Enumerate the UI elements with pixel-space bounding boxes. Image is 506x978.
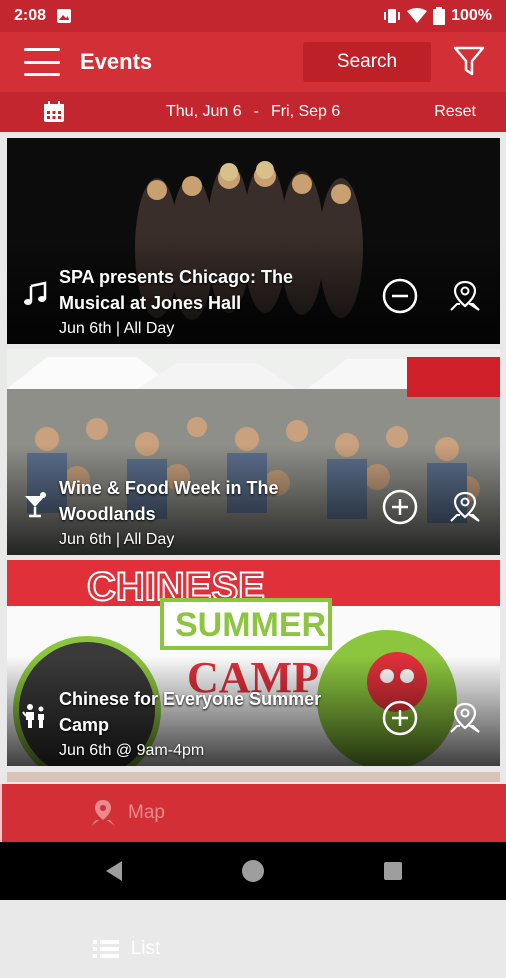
event-list[interactable]: SPA presents Chicago: The Musical at Jon…	[0, 136, 506, 782]
cocktail-icon	[25, 492, 46, 518]
event-title: SPA presents Chicago: The Musical at Jon…	[59, 267, 294, 313]
battery-percent: 100%	[451, 7, 492, 24]
tab-map[interactable]: Map	[0, 784, 253, 842]
event-date: Jun 6th @ 9am-4pm	[59, 742, 205, 759]
map-pin-icon[interactable]	[447, 700, 483, 736]
end-date: Fri, Sep 6	[270, 103, 341, 120]
event-title: Chinese for Everyone Summer Camp	[59, 689, 322, 735]
tab-list-label: List	[130, 938, 161, 959]
status-bar: 2:08 100%	[0, 0, 506, 32]
calendar-icon[interactable]	[42, 100, 66, 124]
date-range[interactable]: Thu, Jun 6 - Fri, Sep 6	[166, 103, 340, 121]
filter-icon[interactable]	[452, 44, 486, 78]
event-card-partial[interactable]	[7, 772, 500, 782]
hamburger-menu-icon[interactable]	[24, 48, 60, 76]
map-pin-icon	[91, 800, 116, 826]
minus-circle-icon[interactable]	[382, 278, 418, 314]
tab-list[interactable]: List	[0, 920, 253, 978]
event-date: Jun 6th | All Day	[59, 531, 175, 548]
map-pin-icon[interactable]	[447, 489, 483, 525]
event-title: Wine & Food Week in The Woodlands	[59, 478, 279, 524]
music-note-icon	[24, 281, 47, 305]
search-button[interactable]: Search	[303, 42, 431, 82]
status-time: 2:08	[14, 7, 47, 24]
start-date: Thu, Jun 6	[166, 103, 242, 120]
system-nav-bar	[0, 842, 506, 900]
home-icon[interactable]	[242, 860, 264, 882]
svg-text:SUMMER: SUMMER	[175, 606, 326, 644]
reset-button[interactable]: Reset	[434, 103, 476, 121]
bottom-tab-bar: List Map	[0, 784, 506, 959]
page-title: Events	[80, 49, 153, 74]
back-icon[interactable]	[104, 860, 124, 882]
tab-map-label: Map	[128, 802, 165, 823]
app-bar: Events Search	[0, 32, 506, 92]
event-date: Jun 6th | All Day	[59, 320, 175, 337]
plus-circle-icon[interactable]	[382, 489, 418, 525]
event-card[interactable]: CHINESE SUMMER CAMP Chinese for Everyone…	[7, 560, 500, 766]
vibrate-icon	[384, 9, 401, 23]
wifi-icon	[407, 8, 428, 23]
date-separator: -	[253, 103, 259, 120]
list-icon	[92, 940, 119, 958]
battery-icon	[433, 7, 446, 25]
event-card[interactable]: SPA presents Chicago: The Musical at Jon…	[7, 138, 500, 344]
date-range-bar: Thu, Jun 6 - Fri, Sep 6 Reset	[0, 92, 506, 132]
recent-apps-icon[interactable]	[384, 862, 402, 880]
event-card[interactable]: Wine & Food Week in The Woodlands Jun 6t…	[7, 349, 500, 555]
image-notification-icon	[57, 9, 72, 23]
family-icon	[22, 704, 44, 728]
map-pin-icon[interactable]	[447, 278, 483, 314]
plus-circle-icon[interactable]	[382, 700, 418, 736]
